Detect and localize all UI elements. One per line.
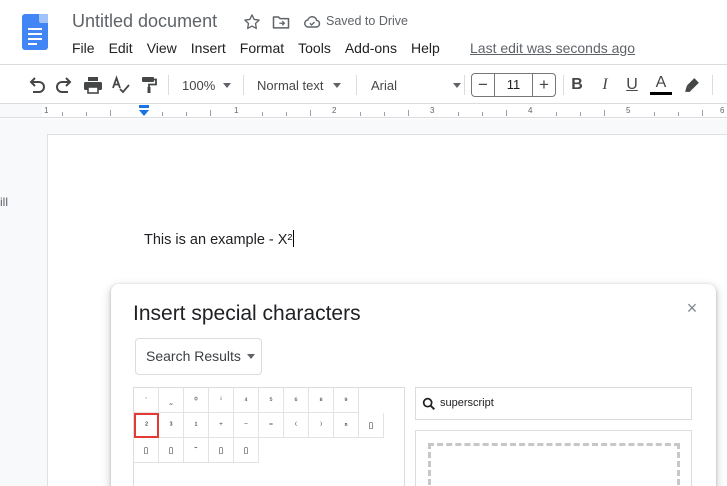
ruler-tick: 1 <box>234 106 239 115</box>
special-char-cell[interactable]: ▯ <box>359 413 384 438</box>
special-char-cell[interactable]: ⁻ <box>234 413 259 438</box>
special-char-cell[interactable]: ˘ <box>184 438 209 463</box>
special-char-cell[interactable]: ⁺ <box>209 413 234 438</box>
font-value: Arial <box>371 77 398 93</box>
menu-file[interactable]: File <box>72 40 95 58</box>
last-edit-link[interactable]: Last edit was seconds ago <box>470 40 635 56</box>
italic-button[interactable]: I <box>594 73 616 97</box>
toolbar-separator <box>563 75 564 95</box>
save-status: Saved to Drive <box>326 14 408 28</box>
special-char-cell[interactable]: ▯ <box>209 438 234 463</box>
font-size-input[interactable]: 11 <box>495 73 532 97</box>
ruler: 1 1 2 3 4 5 6 <box>0 104 727 118</box>
move-folder-icon[interactable] <box>271 12 291 32</box>
ruler-tick: 2 <box>332 106 337 115</box>
menu-format[interactable]: Format <box>240 40 284 58</box>
highlight-pen-icon[interactable] <box>681 73 703 97</box>
header: Untitled document Saved to Drive File Ed… <box>0 0 727 64</box>
special-char-cell[interactable]: ⁶ <box>284 388 309 413</box>
zoom-value: 100% <box>182 77 216 93</box>
increase-font-size-button[interactable]: + <box>532 73 556 97</box>
menu-view[interactable]: View <box>147 40 177 58</box>
paint-format-icon[interactable] <box>137 73 161 97</box>
menu-bar: File Edit View Insert Format Tools Add-o… <box>72 40 454 58</box>
zoom-select[interactable]: 100% <box>182 73 234 97</box>
toolbar-separator <box>712 75 713 95</box>
special-char-cell[interactable]: ³ <box>159 413 184 438</box>
special-char-cell[interactable]: ⁴ <box>234 388 259 413</box>
paragraph-style-select[interactable]: Normal text <box>257 73 347 97</box>
toolbar-separator <box>464 75 465 95</box>
special-char-cell[interactable]: ⁿ <box>334 413 359 438</box>
special-char-cell[interactable]: ¹ <box>184 413 209 438</box>
draw-area-border <box>428 443 680 486</box>
star-icon[interactable] <box>242 12 262 32</box>
indent-marker-icon[interactable] <box>138 105 150 117</box>
special-char-cell[interactable]: ▯ <box>134 438 159 463</box>
special-char-cell[interactable]: ⁹ <box>334 388 359 413</box>
toolbar: 100% Normal text Arial − 11 + B I U A <box>0 64 727 104</box>
special-char-cell[interactable]: ⁽ <box>284 413 309 438</box>
menu-insert[interactable]: Insert <box>191 40 226 58</box>
special-char-cell[interactable]: ⁰ <box>184 388 209 413</box>
menu-edit[interactable]: Edit <box>109 40 133 58</box>
special-char-cell[interactable]: ▯ <box>234 438 259 463</box>
search-icon <box>422 397 435 410</box>
cloud-saved-icon <box>304 16 321 28</box>
draw-character-area[interactable] <box>415 430 692 486</box>
bold-button[interactable]: B <box>566 73 588 97</box>
ruler-tick: 6 <box>720 106 725 115</box>
chevron-down-icon <box>453 82 461 88</box>
search-field[interactable]: superscript <box>415 387 692 420</box>
menu-help[interactable]: Help <box>411 40 440 58</box>
toolbar-separator <box>168 75 169 95</box>
print-icon[interactable] <box>81 73 105 97</box>
text-cursor <box>293 230 295 247</box>
text-color-bar <box>650 92 672 95</box>
special-char-cell[interactable]: ⁸ <box>309 388 334 413</box>
category-value: Search Results <box>146 348 241 364</box>
special-char-cell[interactable]: ⁾ <box>309 413 334 438</box>
special-char-cell[interactable]: ˈ <box>134 388 159 413</box>
category-select[interactable]: Search Results <box>135 338 262 375</box>
chevron-down-icon <box>246 354 255 359</box>
toolbar-separator <box>243 75 244 95</box>
text-color-button[interactable]: A <box>650 73 672 97</box>
docs-logo-icon[interactable] <box>22 14 48 50</box>
search-input[interactable]: superscript <box>440 397 494 409</box>
ruler-tick: 4 <box>528 106 533 115</box>
text-color-letter: A <box>655 74 667 91</box>
special-char-cell[interactable]: ⁼ <box>259 413 284 438</box>
undo-icon[interactable] <box>24 73 48 97</box>
document-body[interactable]: This is an example - X² <box>144 230 295 248</box>
close-icon[interactable]: × <box>684 299 700 317</box>
special-char-cell[interactable]: ˷ <box>159 388 184 413</box>
toolbar-separator <box>356 75 357 95</box>
document-title[interactable]: Untitled document <box>72 11 217 32</box>
ruler-tick: 3 <box>430 106 435 115</box>
style-value: Normal text <box>257 77 324 93</box>
ruler-tick: 5 <box>626 106 631 115</box>
side-panel-text: ill <box>0 195 8 209</box>
underline-button[interactable]: U <box>621 73 643 97</box>
ruler-tick: 1 <box>44 106 49 115</box>
font-select[interactable]: Arial <box>371 73 461 97</box>
document-body-text: This is an example - X² <box>144 232 293 248</box>
chevron-down-icon <box>333 82 342 88</box>
redo-icon[interactable] <box>53 73 77 97</box>
special-char-cell[interactable]: ⁵ <box>259 388 284 413</box>
spellcheck-icon[interactable] <box>109 73 133 97</box>
special-char-cell[interactable]: ² <box>134 413 159 438</box>
special-characters-dialog: Insert special characters × Search Resul… <box>111 284 716 486</box>
menu-addons[interactable]: Add-ons <box>345 40 397 58</box>
dialog-title: Insert special characters <box>133 302 361 325</box>
menu-tools[interactable]: Tools <box>298 40 331 58</box>
special-char-cell[interactable]: ⁱ <box>209 388 234 413</box>
decrease-font-size-button[interactable]: − <box>471 73 495 97</box>
chevron-down-icon <box>223 82 232 88</box>
special-char-cell[interactable]: ▯ <box>159 438 184 463</box>
character-grid: ˈ ˷ ⁰ ⁱ ⁴ ⁵ ⁶ ⁸ ⁹ ² ³ ¹ ⁺ ⁻ ⁼ ⁽ ⁾ ⁿ ▯ ▯ ▯ ˘ ▯ ▯ <box>133 387 405 486</box>
